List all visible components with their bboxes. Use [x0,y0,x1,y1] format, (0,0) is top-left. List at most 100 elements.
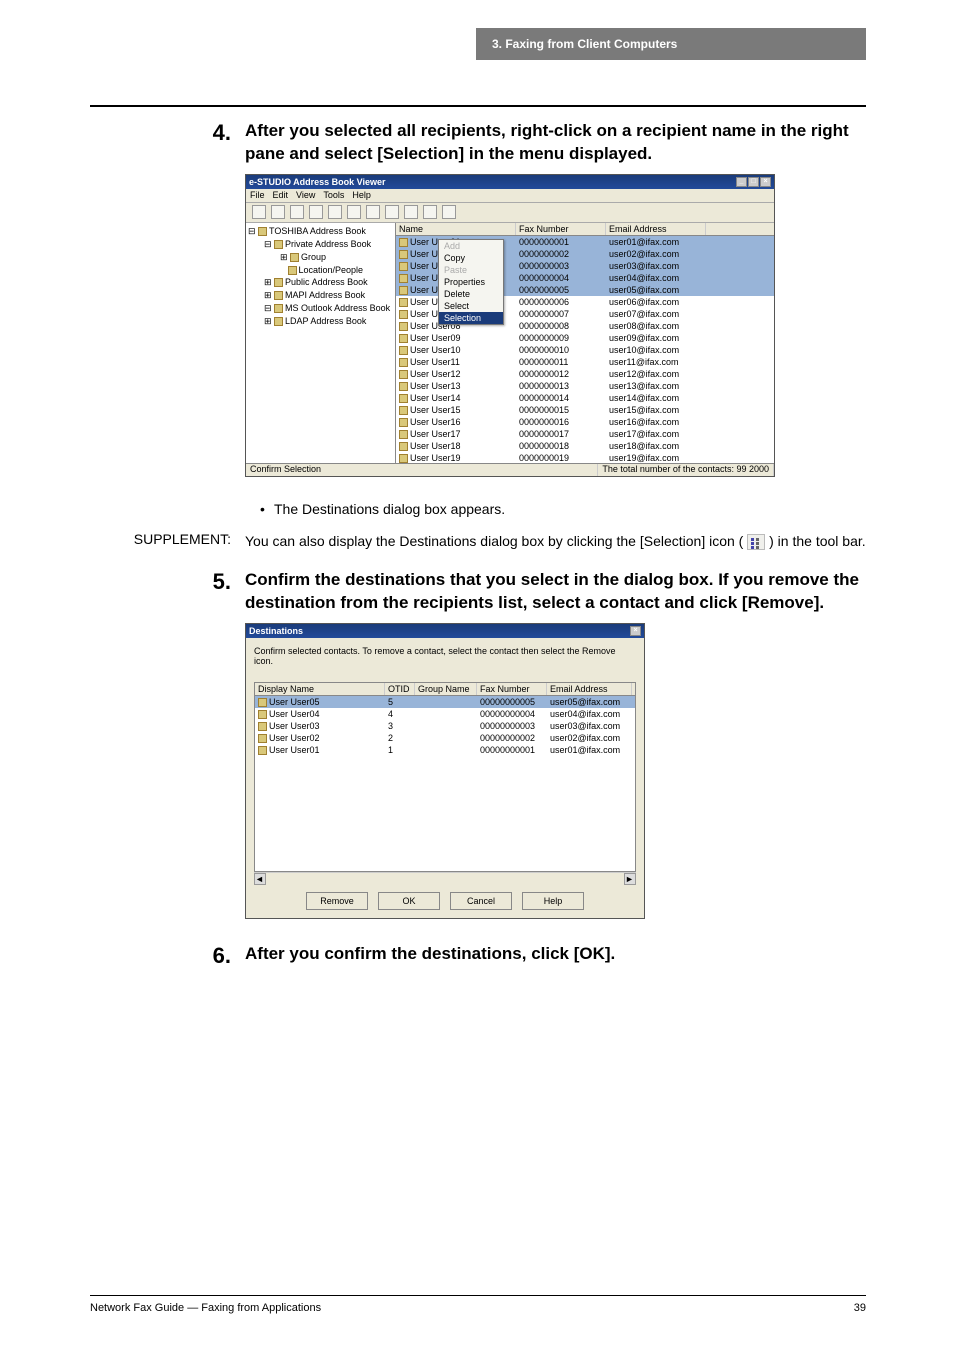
dest-body: Confirm selected contacts. To remove a c… [246,638,644,918]
list-row[interactable]: User User150000000015user15@ifax.com [396,404,774,416]
bullet-icon: • [260,501,274,517]
tree-item[interactable]: ⊟ Private Address Book [248,238,393,251]
ok-button[interactable]: OK [378,892,440,910]
cell-fax: 0000000018 [516,441,606,451]
cell-email: user12@ifax.com [606,369,706,379]
section-label: 3. Faxing from Client Computers [492,37,677,51]
help-button[interactable]: Help [522,892,584,910]
tree-label: Public Address Book [285,277,368,287]
col-email[interactable]: Email Address [606,223,706,235]
close-button[interactable]: × [630,626,641,636]
contact-icon [399,286,408,295]
tree-pane[interactable]: ⊟ TOSHIBA Address Book ⊟ Private Address… [246,223,396,463]
menu-edit[interactable]: Edit [273,190,289,200]
list-row[interactable]: User User180000000018user18@ifax.com [396,440,774,452]
status-left: Confirm Selection [246,464,598,476]
menu-help[interactable]: Help [352,190,371,200]
step-number: 6. [213,943,231,968]
col-name[interactable]: Name [396,223,516,235]
dest-row[interactable]: User User02200000000002user02@ifax.com [255,732,635,744]
dest-row[interactable]: User User01100000000001user01@ifax.com [255,744,635,756]
list-row[interactable]: User User110000000011user11@ifax.com [396,356,774,368]
col-group[interactable]: Group Name [415,683,477,695]
maximize-button[interactable]: □ [748,177,759,187]
col-display-name[interactable]: Display Name [255,683,385,695]
menu-file[interactable]: File [250,190,265,200]
dest-row[interactable]: User User04400000000004user04@ifax.com [255,708,635,720]
contact-icon [399,370,408,379]
ctx-select[interactable]: Select [439,300,503,312]
list-header: Name Fax Number Email Address [396,223,774,236]
cell-name: User User18 [396,441,516,451]
contact-icon [399,250,408,259]
tree-item[interactable]: Location/People [248,264,393,276]
cell-name: User User12 [396,369,516,379]
cancel-button[interactable]: Cancel [450,892,512,910]
toolbar-icon[interactable] [404,205,418,219]
cell-email: user07@ifax.com [606,309,706,319]
abv-window: e-STUDIO Address Book Viewer _ □ × File … [245,174,775,477]
cell-fax: 0000000007 [516,309,606,319]
minimize-button[interactable]: _ [736,177,747,187]
list-row[interactable]: User User120000000012user12@ifax.com [396,368,774,380]
cell-email: user14@ifax.com [606,393,706,403]
book-icon [274,317,283,326]
toolbar-icon[interactable] [385,205,399,219]
list-row[interactable]: User User140000000014user14@ifax.com [396,392,774,404]
ctx-add[interactable]: Add [439,240,503,252]
step-number: 4. [213,120,231,145]
dest-row[interactable]: User User03300000000003user03@ifax.com [255,720,635,732]
cell-fax: 0000000017 [516,429,606,439]
remove-button[interactable]: Remove [306,892,368,910]
cell-fax: 0000000002 [516,249,606,259]
contact-icon [399,442,408,451]
supplement-label: SUPPLEMENT: [90,531,245,551]
dest-buttons: Remove OK Cancel Help [254,884,636,910]
ctx-delete[interactable]: Delete [439,288,503,300]
cell-fax: 00000000004 [477,709,547,719]
col-fax[interactable]: Fax Number [516,223,606,235]
cell-fax: 00000000002 [477,733,547,743]
toolbar-icon[interactable] [252,205,266,219]
close-button[interactable]: × [760,177,771,187]
list-row[interactable]: User User100000000010user10@ifax.com [396,344,774,356]
toolbar-icon[interactable] [271,205,285,219]
ctx-properties[interactable]: Properties [439,276,503,288]
menu-view[interactable]: View [296,190,315,200]
list-row[interactable]: User User130000000013user13@ifax.com [396,380,774,392]
tree-item[interactable]: ⊞ MAPI Address Book [248,289,393,302]
ctx-copy[interactable]: Copy [439,252,503,264]
col-fax[interactable]: Fax Number [477,683,547,695]
horizontal-scrollbar[interactable]: ◄ ► [254,872,636,884]
menu-tools[interactable]: Tools [323,190,344,200]
dest-row[interactable]: User User05500000000005user05@ifax.com [255,696,635,708]
ctx-selection[interactable]: Selection [439,312,503,324]
col-email[interactable]: Email Address [547,683,632,695]
col-otid[interactable]: OTID [385,683,415,695]
toolbar-icon[interactable] [328,205,342,219]
toolbar-icon[interactable] [366,205,380,219]
tree-item[interactable]: ⊞ Public Address Book [248,276,393,289]
cell-email: user08@ifax.com [606,321,706,331]
list-row[interactable]: User User170000000017user17@ifax.com [396,428,774,440]
tree-item[interactable]: ⊞ Group [248,251,393,264]
list-row[interactable]: User User190000000019user19@ifax.com [396,452,774,463]
scroll-left-icon[interactable]: ◄ [254,873,266,885]
contact-icon [399,430,408,439]
list-row[interactable]: User User090000000009user09@ifax.com [396,332,774,344]
toolbar-icon[interactable] [290,205,304,219]
ctx-paste[interactable]: Paste [439,264,503,276]
page-content: 4. After you selected all recipients, ri… [90,120,866,983]
scroll-right-icon[interactable]: ► [624,873,636,885]
tree-item[interactable]: ⊟ MS Outlook Address Book [248,302,393,315]
toolbar-icon[interactable] [347,205,361,219]
toolbar-icon[interactable] [423,205,437,219]
tree-item[interactable]: ⊞ LDAP Address Book [248,315,393,328]
list-row[interactable]: User User160000000016user16@ifax.com [396,416,774,428]
cell-name: User User14 [396,393,516,403]
tree-root[interactable]: ⊟ TOSHIBA Address Book [248,225,393,238]
toolbar-icon[interactable] [442,205,456,219]
cell-fax: 0000000001 [516,237,606,247]
cell-fax: 0000000010 [516,345,606,355]
toolbar-icon[interactable] [309,205,323,219]
